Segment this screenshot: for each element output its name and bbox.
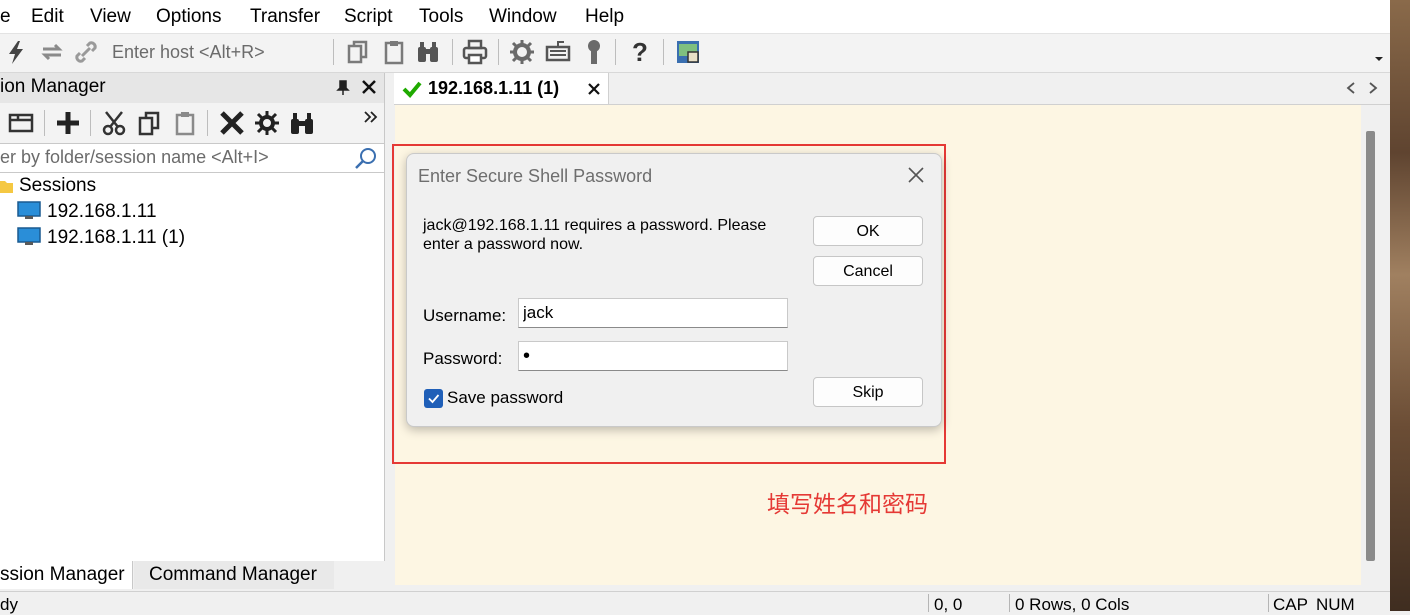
- monitor-icon: [17, 227, 41, 245]
- status-separator: [928, 594, 929, 612]
- session-tab-strip: 192.168.1.11 (1): [394, 73, 1390, 105]
- toolbar-separator: [90, 110, 91, 136]
- close-icon[interactable]: [905, 164, 927, 186]
- help-icon[interactable]: ?: [626, 38, 654, 66]
- ok-button[interactable]: OK: [813, 216, 923, 246]
- lightning-icon[interactable]: [2, 38, 30, 66]
- toolbar-separator: [498, 39, 499, 65]
- menu-script[interactable]: Script: [344, 6, 393, 28]
- chevron-double-right-icon[interactable]: [364, 111, 378, 123]
- menu-file[interactable]: e: [0, 6, 11, 28]
- password-mask: •: [523, 345, 531, 367]
- tab-command-manager[interactable]: Command Manager: [134, 561, 334, 589]
- svg-text:?: ?: [632, 38, 648, 66]
- scroll-left-icon[interactable]: [1346, 82, 1356, 94]
- print-icon[interactable]: [461, 38, 489, 66]
- skip-button[interactable]: Skip: [813, 377, 923, 407]
- cut-icon[interactable]: [101, 110, 127, 136]
- enter-host-input[interactable]: [104, 37, 346, 67]
- menu-options[interactable]: Options: [156, 6, 221, 28]
- session-tree: Sessions 192.168.1.11 192.168.1.11 (1): [0, 173, 384, 561]
- paste-session-icon[interactable]: [172, 110, 198, 136]
- key-icon[interactable]: [580, 38, 608, 66]
- desktop-wallpaper: [1390, 0, 1410, 611]
- status-text: dy: [0, 595, 18, 614]
- menu-transfer[interactable]: Transfer: [250, 6, 320, 28]
- password-dialog: Enter Secure Shell Password jack@192.168…: [406, 153, 942, 427]
- toolbar-separator: [333, 39, 334, 65]
- settings-icon[interactable]: [508, 38, 536, 66]
- session-manager-panel: ion Manager er by folder/session name <A…: [0, 73, 385, 561]
- check-icon: [402, 81, 422, 98]
- cancel-button[interactable]: Cancel: [813, 256, 923, 286]
- paste-icon[interactable]: [380, 38, 408, 66]
- keymap-icon[interactable]: [544, 38, 572, 66]
- overflow-icon[interactable]: [1374, 54, 1384, 64]
- link-icon[interactable]: [72, 38, 100, 66]
- status-bar: dy 0, 0 0 Rows, 0 Cols CAP NUM: [0, 591, 1390, 614]
- folder-icon: [0, 181, 13, 193]
- tree-item-session[interactable]: 192.168.1.11 (1): [47, 227, 185, 249]
- terminal-size: 0 Rows, 0 Cols: [1015, 595, 1130, 614]
- terminal-scrollbar[interactable]: [1361, 105, 1380, 585]
- panel-header: ion Manager: [0, 73, 384, 103]
- session-filter: [0, 143, 384, 173]
- close-tab-icon[interactable]: [588, 83, 600, 95]
- scroll-right-icon[interactable]: [1368, 82, 1378, 94]
- dialog-message: jack@192.168.1.11 requires a password. P…: [423, 217, 767, 253]
- save-password-label: Save password: [447, 388, 564, 407]
- toolbar-separator: [207, 110, 208, 136]
- tab-label: Command Manager: [149, 564, 317, 585]
- reconnect-icon[interactable]: [38, 38, 66, 66]
- menu-help[interactable]: Help: [585, 6, 624, 28]
- pin-icon[interactable]: [336, 80, 350, 96]
- menu-tools[interactable]: Tools: [419, 6, 463, 28]
- sftp-icon[interactable]: [674, 38, 702, 66]
- find-icon[interactable]: [414, 38, 442, 66]
- toolbar-separator: [44, 110, 45, 136]
- username-field[interactable]: [518, 298, 788, 328]
- scrollbar-thumb[interactable]: [1366, 131, 1375, 561]
- add-session-icon[interactable]: [55, 110, 81, 136]
- menu-edit[interactable]: Edit: [31, 6, 64, 28]
- delete-session-icon[interactable]: [219, 110, 245, 136]
- copy-session-icon[interactable]: [137, 110, 163, 136]
- tree-item-sessions[interactable]: Sessions: [19, 175, 96, 197]
- annotation-text: 填写姓名和密码: [767, 492, 928, 518]
- toolbar-separator: [452, 39, 453, 65]
- status-separator: [1009, 594, 1010, 612]
- password-field[interactable]: •: [518, 341, 788, 371]
- monitor-icon: [17, 201, 41, 219]
- toolbar-separator: [615, 39, 616, 65]
- search-icon[interactable]: [354, 146, 378, 170]
- bottom-tab-bar: ssion Manager Command Manager: [0, 561, 394, 590]
- open-session-icon[interactable]: [8, 111, 34, 135]
- session-properties-icon[interactable]: [254, 110, 280, 136]
- save-password-checkbox[interactable]: [424, 389, 443, 408]
- toolbar-separator: [663, 39, 664, 65]
- find-session-icon[interactable]: [289, 110, 315, 136]
- menu-window[interactable]: Window: [489, 6, 557, 28]
- checkmark-icon: [428, 394, 440, 404]
- menu-view[interactable]: View: [90, 6, 131, 28]
- close-panel-icon[interactable]: [362, 80, 376, 94]
- password-label: Password:: [423, 349, 503, 368]
- menu-bar: e Edit View Options Transfer Script Tool…: [0, 0, 1390, 34]
- main-toolbar: ?: [0, 34, 1390, 73]
- tab-session-manager[interactable]: ssion Manager: [0, 561, 133, 589]
- username-label: Username:: [423, 306, 507, 325]
- session-toolbar: [0, 103, 384, 143]
- caps-lock-indicator: CAP: [1273, 595, 1308, 614]
- dialog-title: Enter Secure Shell Password: [418, 166, 653, 186]
- panel-title: ion Manager: [0, 76, 106, 97]
- num-lock-indicator: NUM: [1316, 595, 1355, 614]
- tree-item-session[interactable]: 192.168.1.11: [47, 201, 157, 223]
- tab-session-label: 192.168.1.11 (1): [428, 78, 560, 98]
- cursor-position: 0, 0: [934, 595, 963, 614]
- tab-session[interactable]: 192.168.1.11 (1): [394, 73, 609, 104]
- status-separator: [1268, 594, 1269, 612]
- copy-icon[interactable]: [344, 38, 372, 66]
- session-filter-input[interactable]: [0, 144, 340, 170]
- tab-label: ssion Manager: [0, 564, 125, 585]
